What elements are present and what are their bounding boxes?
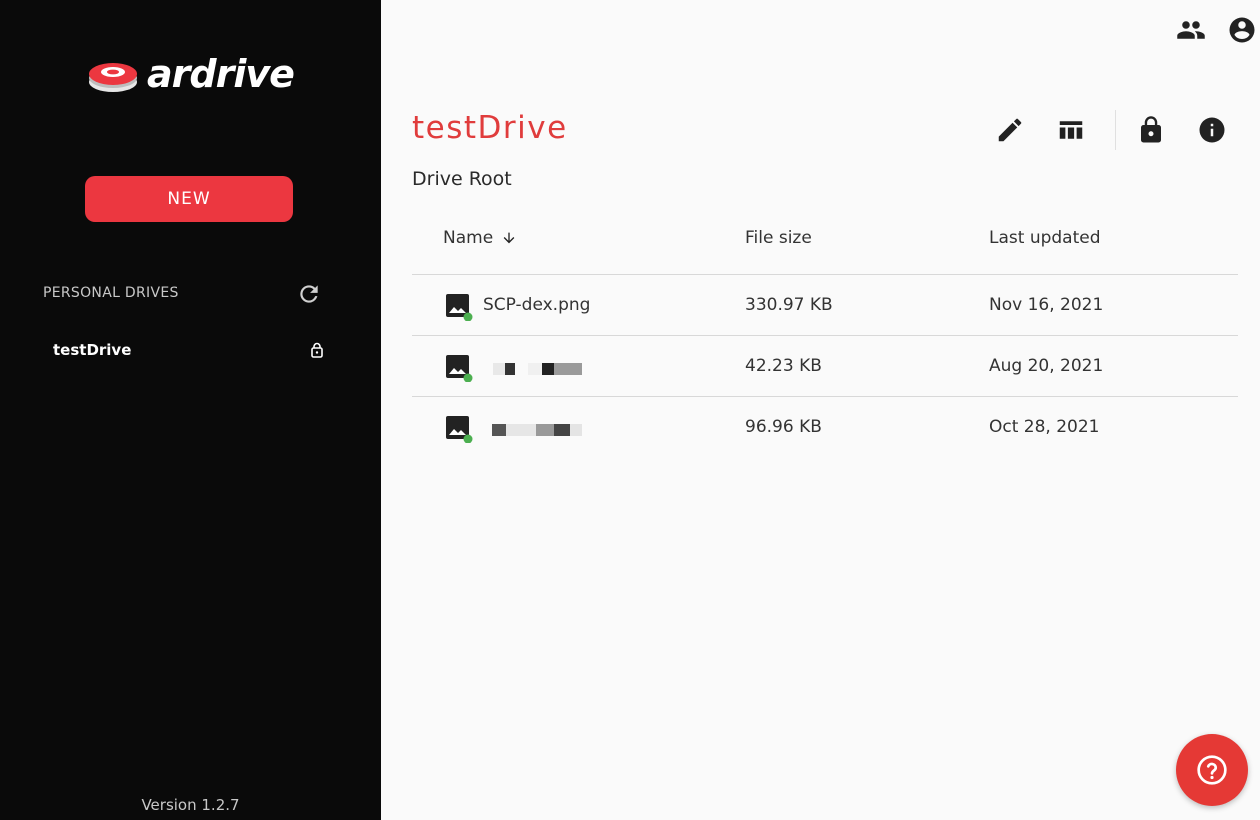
- column-header-label: Name: [443, 228, 494, 248]
- sidebar: ardrive NEW PERSONAL DRIVES testDrive Ve…: [0, 0, 381, 820]
- logo-text: ardrive: [147, 52, 295, 96]
- file-size: 42.23 KB: [745, 356, 822, 376]
- edit-icon[interactable]: [995, 115, 1025, 145]
- table-row[interactable]: 96.96 KB Oct 28, 2021: [412, 397, 1238, 458]
- image-icon: [446, 416, 473, 443]
- info-icon[interactable]: [1197, 115, 1227, 145]
- last-updated: Aug 20, 2021: [989, 356, 1104, 376]
- table-header: Name File size Last updated: [412, 214, 1238, 275]
- column-header-name[interactable]: Name: [443, 228, 517, 248]
- ardrive-logo[interactable]: ardrive: [87, 52, 295, 96]
- sidebar-item-testdrive[interactable]: testDrive: [40, 333, 340, 367]
- lock-icon[interactable]: [1136, 115, 1166, 145]
- personal-drives-title: PERSONAL DRIVES: [43, 285, 179, 301]
- table-row[interactable]: SCP-dex.png 330.97 KB Nov 16, 2021: [412, 275, 1238, 336]
- version-label: Version 1.2.7: [141, 796, 240, 814]
- ardrive-logo-icon: [89, 63, 137, 92]
- view-column-icon[interactable]: [1056, 115, 1086, 145]
- table-row[interactable]: 42.23 KB Aug 20, 2021: [412, 336, 1238, 397]
- arrow-down-icon: [503, 232, 514, 244]
- image-icon: [446, 355, 473, 382]
- help-button[interactable]: [1176, 734, 1248, 806]
- column-header-size[interactable]: File size: [745, 228, 812, 248]
- sidebar-item-label: testDrive: [53, 341, 132, 359]
- breadcrumb[interactable]: Drive Root: [412, 168, 512, 190]
- file-table: Name File size Last updated SCP-dex.png …: [412, 214, 1238, 458]
- file-name: SCP-dex.png: [483, 295, 591, 315]
- last-updated: Oct 28, 2021: [989, 417, 1100, 437]
- column-header-updated[interactable]: Last updated: [989, 228, 1101, 248]
- file-size: 96.96 KB: [745, 417, 822, 437]
- help-icon: [1197, 755, 1227, 785]
- drive-title: testDrive: [412, 110, 568, 146]
- refresh-icon[interactable]: [296, 281, 322, 307]
- people-icon[interactable]: [1176, 15, 1206, 45]
- action-divider: [1115, 110, 1116, 150]
- new-button[interactable]: NEW: [85, 176, 293, 222]
- image-icon: [446, 294, 473, 321]
- lock-icon: [311, 342, 323, 358]
- file-size: 330.97 KB: [745, 295, 833, 315]
- last-updated: Nov 16, 2021: [989, 295, 1104, 315]
- account-icon[interactable]: [1227, 15, 1257, 45]
